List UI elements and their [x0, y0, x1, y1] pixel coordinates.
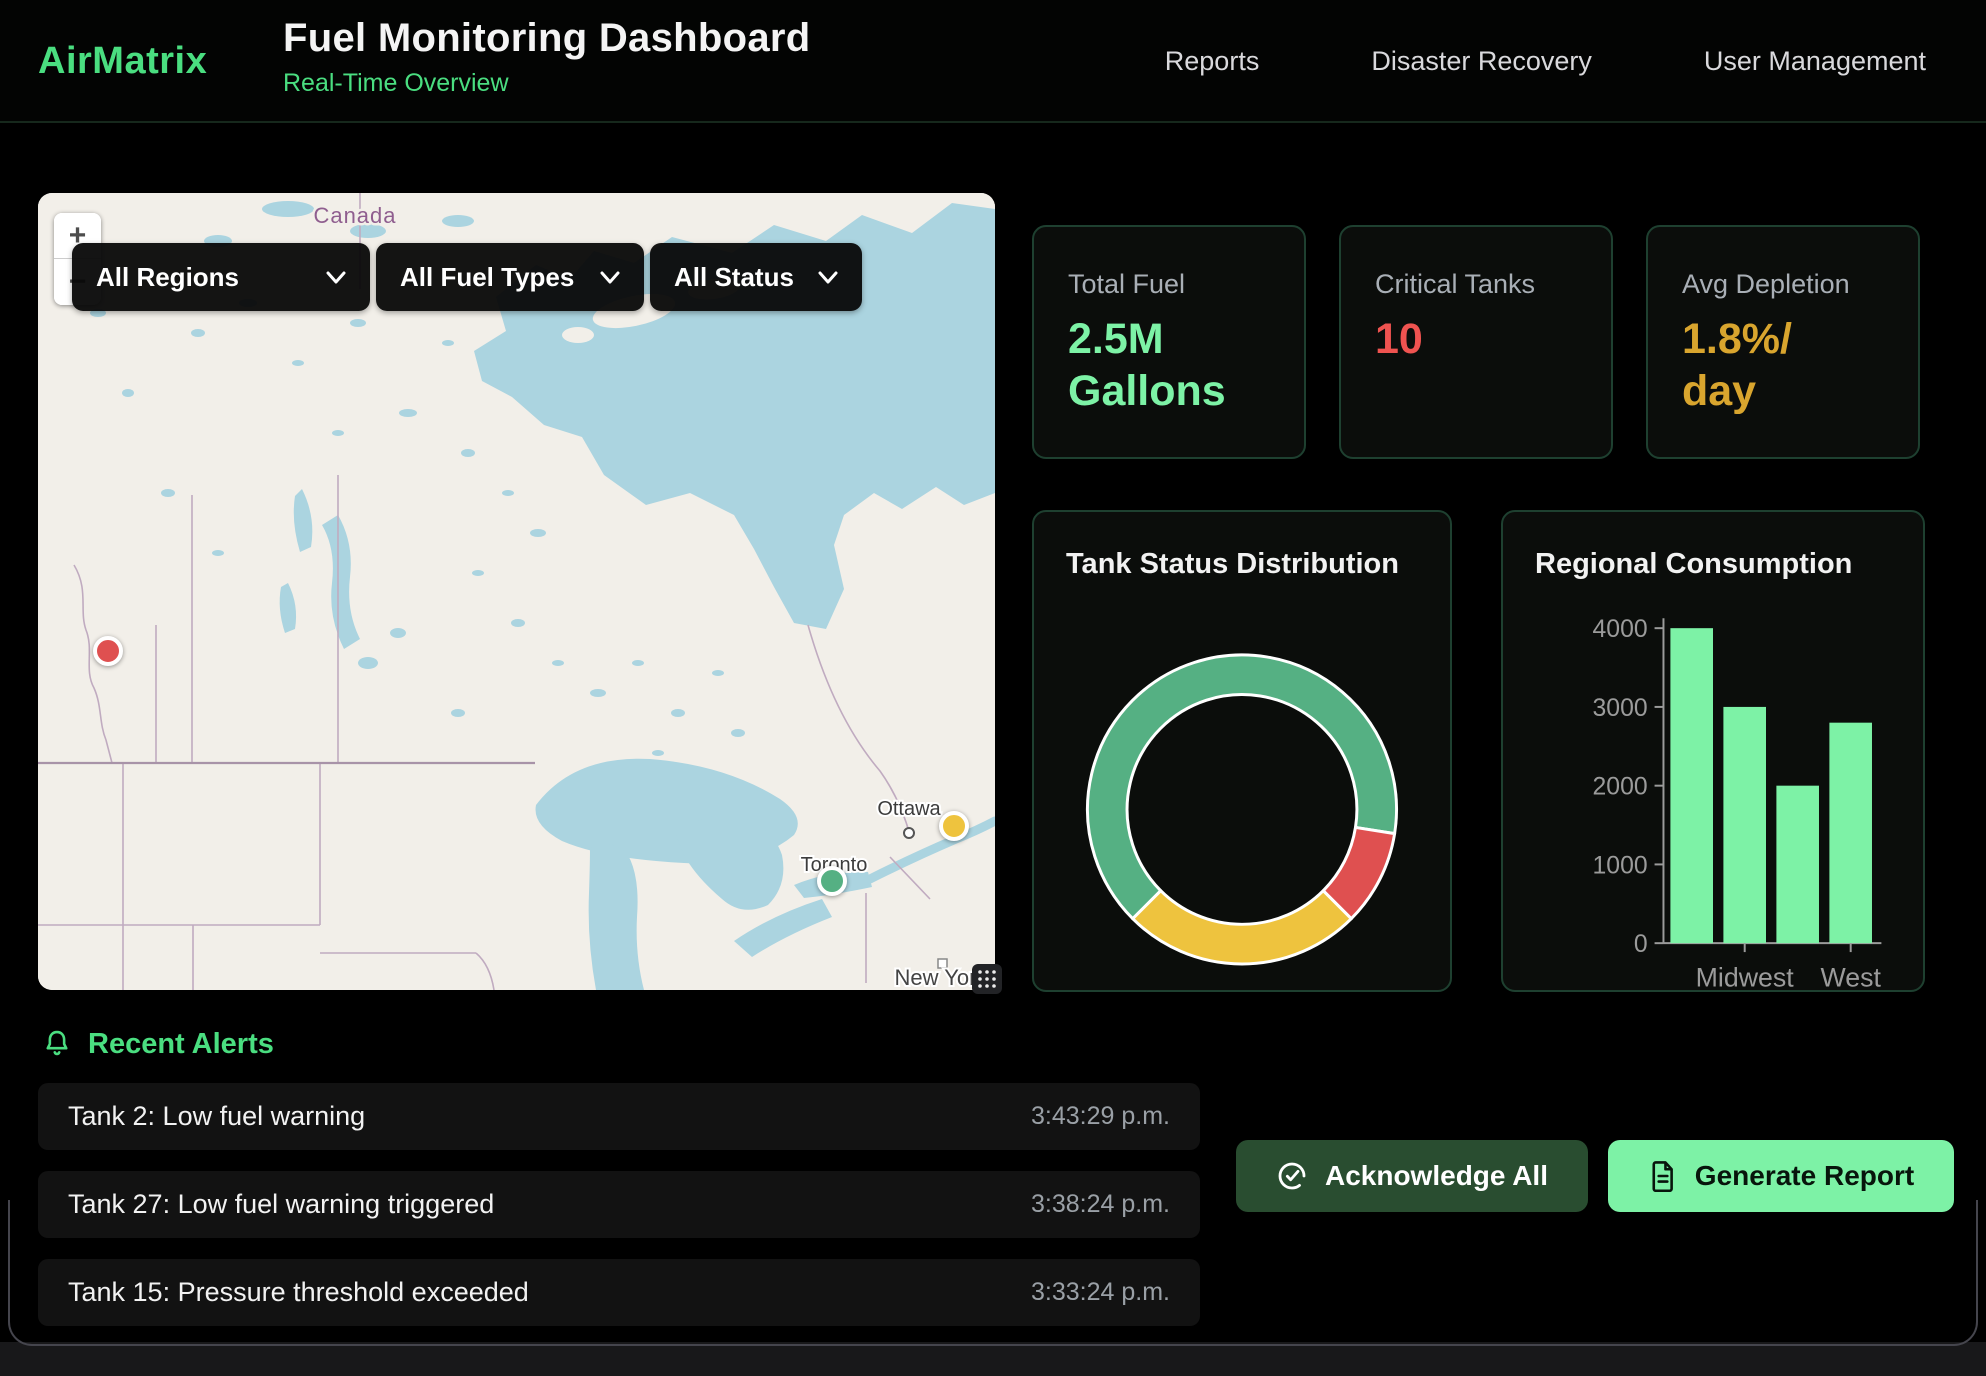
alert-time: 3:38:24 p.m. [1031, 1190, 1170, 1219]
acknowledge-all-label: Acknowledge All [1325, 1160, 1548, 1192]
bottom-strip [0, 1342, 1986, 1376]
stat-value: 2.5MGallons [1068, 314, 1270, 417]
stat-card-total-fuel: Total Fuel 2.5MGallons [1032, 225, 1306, 459]
alert-message: Tank 27: Low fuel warning triggered [68, 1189, 494, 1220]
svg-text:1000: 1000 [1593, 852, 1648, 879]
check-circle-icon [1276, 1160, 1308, 1192]
stat-label: Total Fuel [1068, 269, 1270, 300]
stat-card-critical-tanks: Critical Tanks 10 [1339, 225, 1613, 459]
svg-text:0: 0 [1634, 931, 1648, 958]
file-text-icon [1648, 1160, 1678, 1192]
chevron-down-icon [326, 271, 346, 284]
map-filter-bar: All Regions All Fuel Types All Status [72, 243, 862, 311]
region-filter-value: All Regions [96, 262, 239, 293]
fuel-type-filter-dropdown[interactable]: All Fuel Types [376, 243, 644, 311]
map-canvas[interactable]: Canada Ottawa Toronto New York [38, 193, 995, 990]
svg-text:4000: 4000 [1593, 616, 1648, 643]
bell-icon [42, 1029, 72, 1061]
map-panel: Canada Ottawa Toronto New York + − All R… [38, 193, 995, 990]
svg-text:Midwest: Midwest [1696, 963, 1795, 990]
tank-marker-warning[interactable] [939, 811, 969, 841]
tank-status-card: Tank Status Distribution [1032, 510, 1452, 992]
generate-report-label: Generate Report [1695, 1160, 1914, 1192]
regional-consumption-card: Regional Consumption 01000200030004000Mi… [1501, 510, 1925, 992]
generate-report-button[interactable]: Generate Report [1608, 1140, 1954, 1212]
tank-status-donut-chart [1034, 512, 1450, 990]
alert-row[interactable]: Tank 2: Low fuel warning 3:43:29 p.m. [38, 1083, 1200, 1150]
alerts-header: Recent Alerts [42, 1028, 274, 1061]
map-label-ottawa: Ottawa [877, 798, 941, 820]
alert-message: Tank 2: Low fuel warning [68, 1101, 365, 1132]
title-block: Fuel Monitoring Dashboard Real-Time Over… [283, 16, 810, 98]
drag-dots-icon [974, 966, 1000, 992]
page-subtitle: Real-Time Overview [283, 69, 810, 98]
alert-time: 3:43:29 p.m. [1031, 1102, 1170, 1131]
acknowledge-all-button[interactable]: Acknowledge All [1236, 1140, 1588, 1212]
alert-message: Tank 15: Pressure threshold exceeded [68, 1277, 529, 1308]
nav-disaster-recovery[interactable]: Disaster Recovery [1371, 46, 1592, 77]
stat-card-avg-depletion: Avg Depletion 1.8%/day [1646, 225, 1920, 459]
regional-consumption-bar-chart: 0 1000 2000 3000 4000 Midwest West [1503, 512, 1923, 990]
fuel-type-filter-value: All Fuel Types [400, 262, 574, 293]
app-logo[interactable]: AirMatrix [38, 0, 207, 123]
page-title: Fuel Monitoring Dashboard [283, 16, 810, 61]
map-resize-handle[interactable] [972, 964, 1002, 994]
header: AirMatrix Fuel Monitoring Dashboard Real… [0, 0, 1986, 123]
map-label-country: Canada [313, 203, 396, 228]
stat-value: 1.8%/day [1682, 314, 1884, 417]
nav-reports[interactable]: Reports [1165, 46, 1260, 77]
stat-value: 10 [1375, 314, 1577, 366]
status-filter-value: All Status [674, 262, 794, 293]
svg-text:3000: 3000 [1593, 695, 1648, 722]
alert-row[interactable]: Tank 27: Low fuel warning triggered 3:38… [38, 1171, 1200, 1238]
status-filter-dropdown[interactable]: All Status [650, 243, 862, 311]
region-filter-dropdown[interactable]: All Regions [72, 243, 370, 311]
tank-marker-normal[interactable] [817, 866, 847, 896]
stat-label: Critical Tanks [1375, 269, 1577, 300]
svg-text:2000: 2000 [1593, 774, 1648, 801]
nav-user-management[interactable]: User Management [1704, 46, 1926, 77]
stat-label: Avg Depletion [1682, 269, 1884, 300]
alert-time: 3:33:24 p.m. [1031, 1278, 1170, 1307]
alert-row[interactable]: Tank 15: Pressure threshold exceeded 3:3… [38, 1259, 1200, 1326]
alerts-title: Recent Alerts [88, 1028, 274, 1061]
chevron-down-icon [818, 271, 838, 284]
chevron-down-icon [600, 271, 620, 284]
ottawa-city-dot [904, 828, 914, 838]
svg-text:West: West [1820, 963, 1881, 990]
tank-marker-critical[interactable] [93, 636, 123, 666]
main-nav: Reports Disaster Recovery User Managemen… [1165, 0, 1926, 123]
donut-segment-2 [1133, 891, 1352, 964]
